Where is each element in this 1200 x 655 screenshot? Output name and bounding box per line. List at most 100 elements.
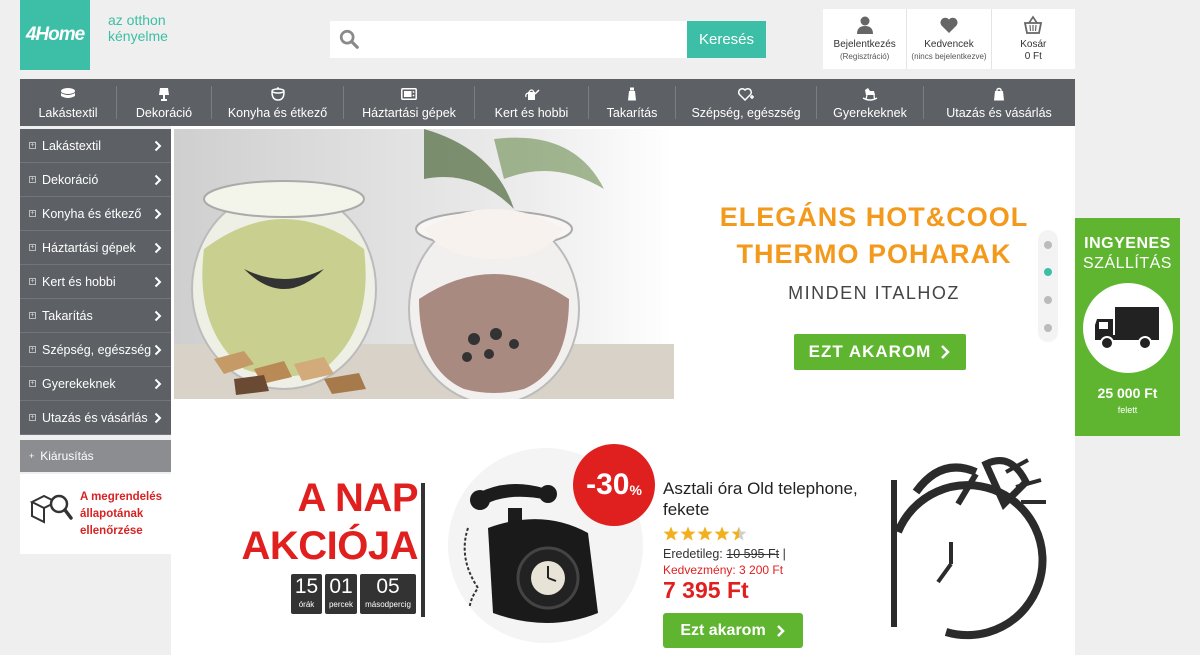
- nav-item-takaritas[interactable]: Takarítás: [589, 79, 675, 126]
- timer-minutes-value: 01: [329, 575, 353, 598]
- nav-item-haztartasi-gepek[interactable]: Háztartási gépek: [344, 79, 474, 126]
- product-rating: [663, 526, 747, 541]
- carousel-dot-2[interactable]: [1044, 268, 1052, 276]
- deal-buy-label: Ezt akarom: [680, 621, 766, 639]
- cart-total: 0 Ft: [1024, 51, 1042, 62]
- nav-label: Lakástextil: [38, 106, 98, 120]
- tagline-line2: kényelme: [108, 28, 168, 44]
- timer-hours-value: 15: [294, 575, 319, 598]
- timer-seconds-value: 05: [376, 575, 400, 598]
- hero-banner[interactable]: ELEGÁNS HOT&COOL THERMO POHARAK MINDEN I…: [174, 129, 1055, 399]
- nav-item-konyha[interactable]: Konyha és étkező: [212, 79, 343, 126]
- sidebar-item-kert-es-hobbi[interactable]: + Kert és hobbi: [20, 265, 171, 299]
- sidebar-item-utazas-es-vasarlas[interactable]: + Utazás és vásárlás: [20, 401, 171, 435]
- expand-box-icon: +: [29, 210, 36, 217]
- saving-amount: Kedvezmény: 3 200 Ft: [663, 563, 784, 577]
- search-bar: Keresés: [330, 21, 766, 58]
- tagline-line1: az otthon: [108, 12, 166, 28]
- search-input[interactable]: [368, 21, 686, 58]
- truck-icon: [1094, 307, 1159, 350]
- banner-headline-line2: THERMO POHARAK: [736, 239, 1012, 269]
- favorites-link[interactable]: Kedvencek (nincs bejelentkezve): [906, 9, 990, 69]
- carousel-dots: [1038, 230, 1058, 342]
- sidebar-item-dekoracio[interactable]: + Dekoráció: [20, 163, 171, 197]
- banner-subline: MINDEN ITALHOZ: [788, 283, 960, 303]
- chevron-right-icon: [154, 140, 162, 152]
- chevron-right-icon: [154, 208, 162, 220]
- order-status-link[interactable]: A megrendelés állapotának ellenőrzése: [20, 474, 171, 554]
- nav-item-lakastextil[interactable]: Lakástextil: [20, 79, 116, 126]
- order-status-text: A megrendelés állapotának ellenőrzése: [80, 489, 168, 540]
- sidebar-item-label: Lakástextil: [42, 138, 102, 153]
- half-star-icon: [731, 526, 747, 541]
- sidebar-item-kiarusitas[interactable]: + Kiárusítás: [20, 440, 171, 472]
- free-shipping-threshold: 25 000 Ft: [1097, 385, 1158, 401]
- sidebar-item-label: Háztartási gépek: [42, 240, 136, 255]
- expand-box-icon: +: [29, 278, 36, 285]
- expand-box-icon: +: [29, 312, 36, 319]
- chevron-right-icon: [154, 242, 162, 254]
- deal-product-name[interactable]: Asztali óra Old telephone, fekete: [663, 478, 863, 520]
- banner-cta-button[interactable]: EZT AKAROM: [794, 334, 966, 370]
- carousel-dot-3[interactable]: [1044, 296, 1052, 304]
- sidebar-item-szepseg-egeszseg[interactable]: + Szépség, egészség: [20, 333, 171, 367]
- timer-seconds: 05 másodpercig: [360, 574, 416, 614]
- nav-label: Takarítás: [606, 106, 658, 120]
- spray-bottle-icon: [628, 87, 636, 101]
- expand-box-icon: +: [29, 142, 36, 149]
- carousel-dot-4[interactable]: [1044, 324, 1052, 332]
- tagline: az otthon kényelme: [108, 12, 168, 44]
- free-shipping-badge[interactable]: INGYENES SZÁLLÍTÁS 25 000 Ft felett: [1075, 218, 1180, 436]
- nav-item-kert-es-hobbi[interactable]: Kert és hobbi: [475, 79, 588, 126]
- timer-seconds-unit: másodpercig: [365, 600, 411, 609]
- nav-item-szepseg-egeszseg[interactable]: Szépség, egészség: [676, 79, 816, 126]
- search-button[interactable]: Keresés: [687, 21, 766, 58]
- expand-box-icon: +: [29, 176, 36, 183]
- favorites-status: (nincs bejelentkezve): [911, 52, 987, 61]
- nav-label: Kert és hobbi: [494, 106, 569, 120]
- sidebar-item-gyerekeknek[interactable]: + Gyerekeknek: [20, 367, 171, 401]
- timer-hours-unit: órák: [298, 600, 315, 609]
- chevron-right-icon: [154, 310, 162, 322]
- nav-item-dekoracio[interactable]: Dekoráció: [117, 79, 211, 126]
- heart-plus-icon: [738, 87, 754, 101]
- star-icon: [680, 526, 696, 541]
- sidebar-item-konyha[interactable]: + Konyha és étkező: [20, 197, 171, 231]
- sidebar-item-haztartasi-gepek[interactable]: + Háztartási gépek: [20, 231, 171, 265]
- nav-label: Dekoráció: [135, 106, 193, 120]
- banner-headline-line1: ELEGÁNS HOT&COOL: [719, 202, 1029, 232]
- star-icon: [663, 526, 679, 541]
- login-link[interactable]: Bejelentkezés (Regisztráció): [823, 9, 906, 69]
- deal-title: A NAP AKCIÓJA: [200, 474, 418, 570]
- nav-item-gyerekeknek[interactable]: Gyerekeknek: [817, 79, 923, 126]
- sidebar-item-label: Kert és hobbi: [42, 274, 116, 289]
- main-nav: Lakástextil Dekoráció Konyha és étkező H…: [20, 79, 1075, 126]
- sidebar-item-lakastextil[interactable]: + Lakástextil: [20, 129, 171, 163]
- chevron-right-icon: [941, 345, 951, 359]
- deal-divider: [421, 483, 425, 617]
- sale-label: Kiárusítás: [40, 449, 94, 463]
- sidebar-item-takaritas[interactable]: + Takarítás: [20, 299, 171, 333]
- original-price-value: 10 595 Ft: [726, 547, 780, 561]
- deal-buy-button[interactable]: Ezt akarom: [663, 613, 803, 648]
- expand-box-icon: +: [29, 380, 36, 387]
- microwave-icon: [401, 88, 417, 100]
- nav-item-utazas-es-vasarlas[interactable]: Utazás és vásárlás: [924, 79, 1074, 126]
- carousel-dot-1[interactable]: [1044, 241, 1052, 249]
- account-panel: Bejelentkezés (Regisztráció) Kedvencek (…: [823, 9, 1075, 69]
- sidebar-item-label: Szépség, egészség: [42, 342, 152, 357]
- countdown-timer: 15 órák 01 percek 05 másodpercig: [291, 574, 416, 614]
- truck-circle: [1082, 283, 1173, 373]
- pot-icon: [270, 87, 285, 101]
- expand-box-icon: +: [29, 244, 36, 251]
- banner-cta-label: EZT AKAROM: [808, 342, 932, 361]
- cart-link[interactable]: Kosár 0 Ft: [990, 9, 1075, 69]
- discount-value: -30: [586, 468, 630, 501]
- favorites-label: Kedvencek: [924, 39, 974, 50]
- sidebar-item-label: Utazás és vásárlás: [42, 410, 148, 425]
- deal-price: 7 395 Ft: [663, 577, 749, 603]
- chevron-right-icon: [154, 174, 162, 186]
- nav-label: Konyha és étkező: [227, 106, 328, 120]
- logo[interactable]: 4Home: [20, 0, 90, 70]
- alarm-clock-icon: [891, 457, 1047, 640]
